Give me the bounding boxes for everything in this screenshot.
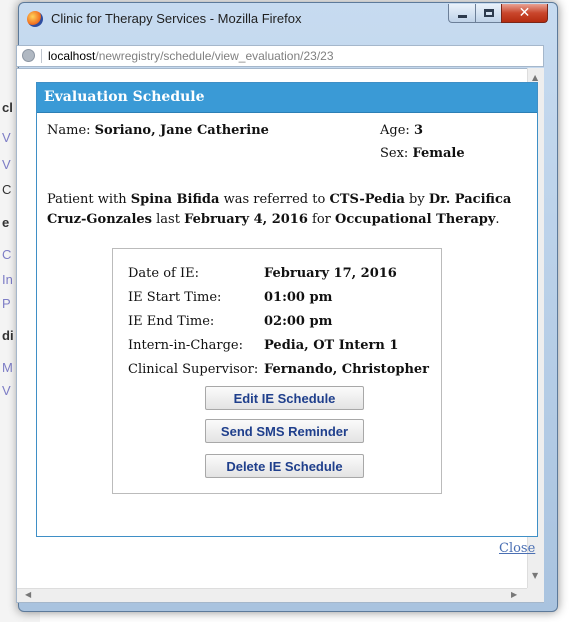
schedule-label: IE End Time: [128,314,215,329]
close-link[interactable]: Close [499,541,535,556]
sex-label: Sex: [380,146,409,161]
referral-text: Patient with [47,192,131,207]
schedule-value: Fernando, Christopher [264,362,430,377]
url-divider [41,49,42,63]
url-text[interactable]: localhost/newregistry/schedule/view_eval… [48,49,334,63]
patient-age: Age: 3 [380,123,423,138]
bg-link[interactable]: V [2,157,11,172]
url-bar[interactable]: localhost/newregistry/schedule/view_eval… [16,45,544,67]
schedule-box: Date of IE: February 17, 2016 IE Start T… [112,248,442,494]
doctor-name-part1: Dr. Pacifica [428,192,512,207]
schedule-value: February 17, 2016 [264,266,397,281]
age-label: Age: [380,123,410,138]
minimize-button[interactable] [448,4,476,23]
age-value: 3 [413,123,423,138]
name-label: Name: [47,123,91,138]
send-sms-reminder-button[interactable]: Send SMS Reminder [205,419,364,443]
scroll-down-icon[interactable]: ▼ [532,571,538,580]
referral-line-2: Cruz-Gonzales last February 4, 2016 for … [47,212,500,227]
referral-line-1: Patient with Spina Bifida was referred t… [47,192,511,207]
bg-item: C [2,182,12,197]
bg-link[interactable]: M [2,360,13,375]
schedule-label: IE Start Time: [128,290,222,305]
patient-name: Name: Soriano, Jane Catherine [47,123,269,138]
schedule-label: Date of IE: [128,266,199,281]
patient-sex: Sex: Female [380,146,465,161]
bg-link[interactable]: V [2,383,11,398]
maximize-icon [483,9,494,17]
bg-item: e [2,215,10,230]
department: CTS-Pedia [329,192,405,207]
bg-item: cl [2,100,13,115]
referral-text: last [151,212,185,227]
dialog-title: Evaluation Schedule [44,89,205,105]
bg-item: di [2,328,14,343]
doctor-name-part2: Cruz-Gonzales [47,212,152,227]
schedule-value: 02:00 pm [264,314,333,329]
url-path: /newregistry/schedule/view_evaluation/23… [95,49,334,63]
bg-link[interactable]: In [2,272,13,287]
condition: Spina Bifida [130,192,220,207]
referral-text: was referred to [219,192,330,207]
firefox-logo-icon [27,11,43,27]
schedule-label: Clinical Supervisor: [128,362,259,377]
name-value: Soriano, Jane Catherine [94,123,269,138]
url-host: localhost [48,49,96,63]
scroll-left-icon[interactable]: ◀ [25,590,31,599]
scrollbar-corner [527,588,544,602]
edit-ie-schedule-button[interactable]: Edit IE Schedule [205,386,364,410]
scroll-right-icon[interactable]: ▶ [511,590,517,599]
maximize-button[interactable] [475,4,502,23]
scroll-up-icon[interactable]: ▲ [532,73,538,82]
referral-text: . [495,212,500,227]
bg-link[interactable]: V [2,130,11,145]
schedule-label: Intern-in-Charge: [128,338,244,353]
sex-value: Female [412,146,465,161]
site-identity-icon[interactable] [22,49,35,62]
horizontal-scrollbar[interactable]: ◀ ▶ [17,588,527,602]
bg-link[interactable]: C [2,247,11,262]
close-window-button[interactable]: ✕ [501,4,548,23]
referral-text: by [404,192,429,207]
close-icon: ✕ [518,5,531,21]
referral-text: for [307,212,335,227]
therapy-type: Occupational Therapy [335,212,496,227]
window-title: Clinic for Therapy Services - Mozilla Fi… [51,11,302,26]
delete-ie-schedule-button[interactable]: Delete IE Schedule [205,454,364,478]
bg-link[interactable]: P [2,296,11,311]
dialog-header: Evaluation Schedule [37,83,537,113]
schedule-value: Pedia, OT Intern 1 [264,338,399,353]
title-bar[interactable]: Clinic for Therapy Services - Mozilla Fi… [19,3,557,35]
schedule-value: 01:00 pm [264,290,333,305]
minimize-icon [457,14,467,18]
referral-date: February 4, 2016 [184,212,308,227]
